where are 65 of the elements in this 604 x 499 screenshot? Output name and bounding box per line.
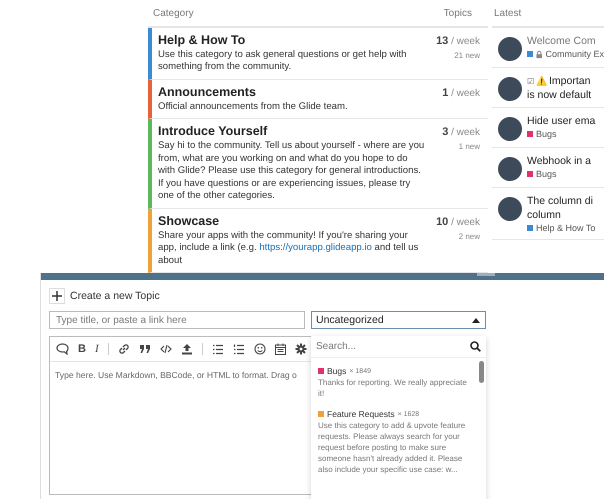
topics-per-week: 1 / week (442, 86, 480, 99)
italic-button[interactable]: I (94, 343, 99, 356)
title-input[interactable]: Type title, or paste a link here (49, 311, 305, 330)
avatar (498, 157, 522, 181)
settings-icon[interactable] (294, 343, 307, 356)
column-header: Category (153, 8, 194, 19)
new-count: 21 new (454, 51, 480, 60)
link-icon[interactable] (118, 343, 130, 356)
topic-title[interactable]: Webhook in a (527, 155, 592, 167)
option-description: Use this category to add & upvote feature requests. Please always search for your request before posting to make sure someone hasn't already added it. Please also include your specific use case: w... (318, 420, 466, 476)
option-name: Bugs (327, 366, 346, 376)
new-count: 1 new (458, 142, 480, 152)
category-row[interactable] (148, 119, 488, 209)
topic-title[interactable]: Importan (549, 75, 590, 87)
upload-icon[interactable] (180, 343, 193, 356)
avatar (498, 37, 522, 61)
new-count: 2 new (458, 232, 480, 241)
category-name[interactable]: Announcements (158, 84, 426, 99)
topics-per-week: 10 / week (436, 216, 480, 228)
speech-bubble-icon[interactable] (56, 343, 69, 356)
option-description: Thanks for reporting. We really appreciate it! (318, 377, 468, 400)
topic-title[interactable]: is now default (527, 89, 592, 101)
checkbox-glyph: ☑ (527, 76, 534, 86)
warning-glyph: ⚠ (536, 76, 547, 86)
category-row[interactable]: Announcements Official announcements from the Glide team. 1 / week (148, 80, 488, 120)
calendar-icon[interactable] (274, 343, 286, 356)
plus-icon (49, 288, 65, 304)
scrollbar-thumb[interactable] (479, 361, 484, 384)
category-label[interactable]: Bugs (536, 169, 557, 179)
category-name[interactable]: Showcase (158, 214, 426, 228)
category-row[interactable]: Help & How To Use this category to ask general questions or get help with something from the community. 13 / week 21 new (148, 28, 488, 80)
topic-title[interactable]: The column di (527, 195, 593, 207)
search-icon (470, 341, 481, 352)
bold-button[interactable]: B (78, 343, 86, 356)
topic-title[interactable]: Hide user ema (527, 115, 596, 127)
category-label[interactable]: Help & How To (536, 223, 596, 233)
topics-per-week: 13 / week (436, 35, 480, 47)
avatar (498, 117, 522, 141)
link[interactable]: https://yourapp.glideapp.io (259, 242, 372, 254)
resize-grip[interactable] (477, 273, 495, 276)
editor-placeholder: Type here. Use Markdown, BBCode, or HTML to format. Drag o (55, 370, 297, 380)
category-label[interactable]: Bugs (536, 129, 557, 139)
code-icon[interactable] (160, 344, 172, 354)
bulleted-list-icon[interactable] (212, 344, 224, 355)
composer-action[interactable]: Create a new Topic (70, 290, 160, 302)
option-name: Feature Requests (327, 409, 395, 420)
topic-title[interactable]: Welcome Com (527, 35, 596, 47)
category-label[interactable]: Community Ex (545, 49, 604, 59)
category-select[interactable]: Uncategorized (311, 311, 486, 330)
topic-title[interactable]: column (527, 209, 596, 221)
column-header: Latest (494, 8, 522, 19)
category-name[interactable]: Introduce Yourself (158, 124, 426, 138)
category-name[interactable]: Help & How To (158, 33, 426, 47)
column-header: Topics (444, 8, 472, 19)
category-description: Share your apps with the community! If you're sharing your app, include a link (e.g. https://yourapp.glideapp.io and tell us about (158, 230, 420, 268)
topics-per-week: 3 / week (442, 126, 480, 138)
numbered-list-icon[interactable] (232, 344, 245, 355)
avatar (498, 77, 522, 101)
smiley-icon[interactable] (254, 343, 266, 356)
quote-icon[interactable] (138, 344, 151, 354)
category-description: Say hi to the community. Tell us about yourself - where are you from, what are you working on and what do you hope to do with Glide? Please use this category for general introductions. If you have questions or are experiencing issues, please try one of the other categories. (158, 140, 426, 203)
category-description: Use this category to ask general questions or get help with something from the community. (158, 49, 408, 74)
caret-icon (472, 318, 480, 323)
avatar (498, 197, 522, 221)
category-description: Official announcements from the Glide team. (158, 100, 349, 114)
